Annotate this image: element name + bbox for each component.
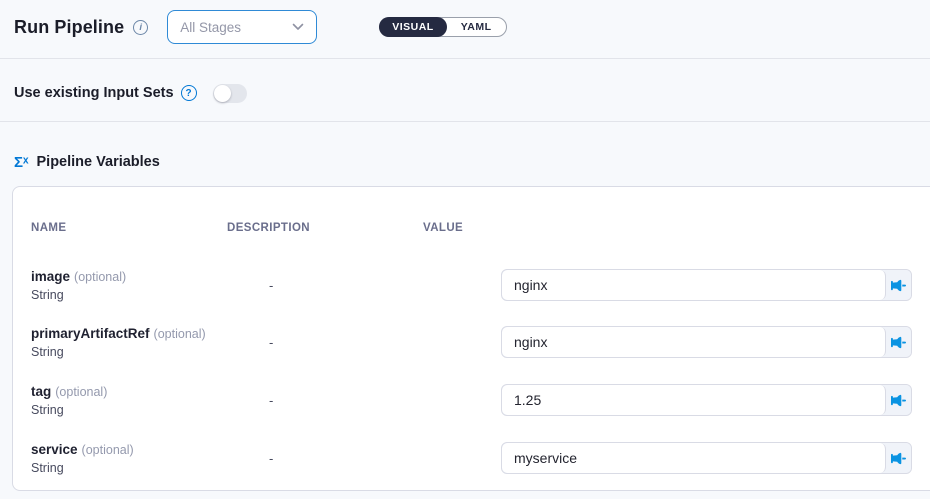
variable-type: String (31, 287, 126, 303)
variable-description: - (269, 326, 273, 358)
variable-name: image (31, 269, 70, 284)
variable-value-input[interactable] (502, 385, 886, 415)
variable-name: tag (31, 384, 51, 399)
pin-icon (889, 275, 909, 295)
page-title: Run Pipeline (14, 17, 124, 38)
variables-card: NAME DESCRIPTION VALUE image (optional) S… (12, 186, 930, 491)
table-row: tag (optional) String - (13, 384, 930, 418)
pipeline-variables-header: Σˣ Pipeline Variables (14, 152, 160, 172)
variable-value-group (501, 269, 912, 301)
column-header-value: VALUE (423, 222, 463, 234)
variable-type: String (31, 402, 107, 418)
variable-value-group (501, 326, 912, 358)
toggle-knob (214, 85, 231, 102)
variable-value-input[interactable] (502, 443, 886, 473)
stage-selector-value: All Stages (180, 20, 292, 35)
variable-optional: (optional) (74, 270, 126, 284)
pin-button[interactable] (886, 385, 911, 415)
variable-name: primaryArtifactRef (31, 326, 150, 341)
variable-value-input[interactable] (502, 270, 886, 300)
variable-name-cell: primaryArtifactRef (optional) String (31, 326, 206, 360)
help-icon[interactable]: ? (181, 85, 197, 101)
pin-icon (889, 332, 909, 352)
column-header-name: NAME (31, 222, 66, 234)
variable-value-input[interactable] (502, 327, 886, 357)
input-sets-label: Use existing Input Sets (14, 85, 174, 101)
divider (0, 121, 930, 122)
info-icon[interactable]: i (133, 20, 148, 35)
sigma-icon: Σˣ (14, 154, 29, 171)
variable-type: String (31, 344, 206, 360)
view-toggle: VISUAL YAML (379, 17, 506, 37)
divider (0, 58, 930, 59)
variable-description: - (269, 384, 273, 416)
variable-type: String (31, 460, 134, 476)
variable-name-cell: tag (optional) String (31, 384, 107, 418)
input-sets-toggle[interactable] (213, 84, 247, 103)
pin-icon (889, 448, 909, 468)
pin-button[interactable] (886, 443, 911, 473)
table-row: image (optional) String - (13, 269, 930, 303)
tab-visual[interactable]: VISUAL (379, 17, 447, 37)
tab-yaml[interactable]: YAML (447, 21, 506, 33)
variable-name-cell: image (optional) String (31, 269, 126, 303)
table-row: service (optional) String - (13, 442, 930, 476)
variable-optional: (optional) (154, 327, 206, 341)
variable-name: service (31, 442, 78, 457)
pin-button[interactable] (886, 327, 911, 357)
pin-icon (889, 390, 909, 410)
variable-name-cell: service (optional) String (31, 442, 134, 476)
variable-value-group (501, 442, 912, 474)
variable-value-group (501, 384, 912, 416)
section-title: Pipeline Variables (37, 154, 160, 170)
variable-optional: (optional) (55, 385, 107, 399)
stage-selector-dropdown[interactable]: All Stages (167, 10, 317, 44)
variable-description: - (269, 442, 273, 474)
chevron-down-icon (292, 23, 304, 31)
table-row: primaryArtifactRef (optional) String - (13, 326, 930, 360)
pin-button[interactable] (886, 270, 911, 300)
variable-description: - (269, 269, 273, 301)
variable-optional: (optional) (82, 443, 134, 457)
header: Run Pipeline i All Stages VISUAL YAML (14, 9, 507, 45)
column-header-description: DESCRIPTION (227, 222, 310, 234)
input-sets-section: Use existing Input Sets ? (14, 82, 247, 104)
